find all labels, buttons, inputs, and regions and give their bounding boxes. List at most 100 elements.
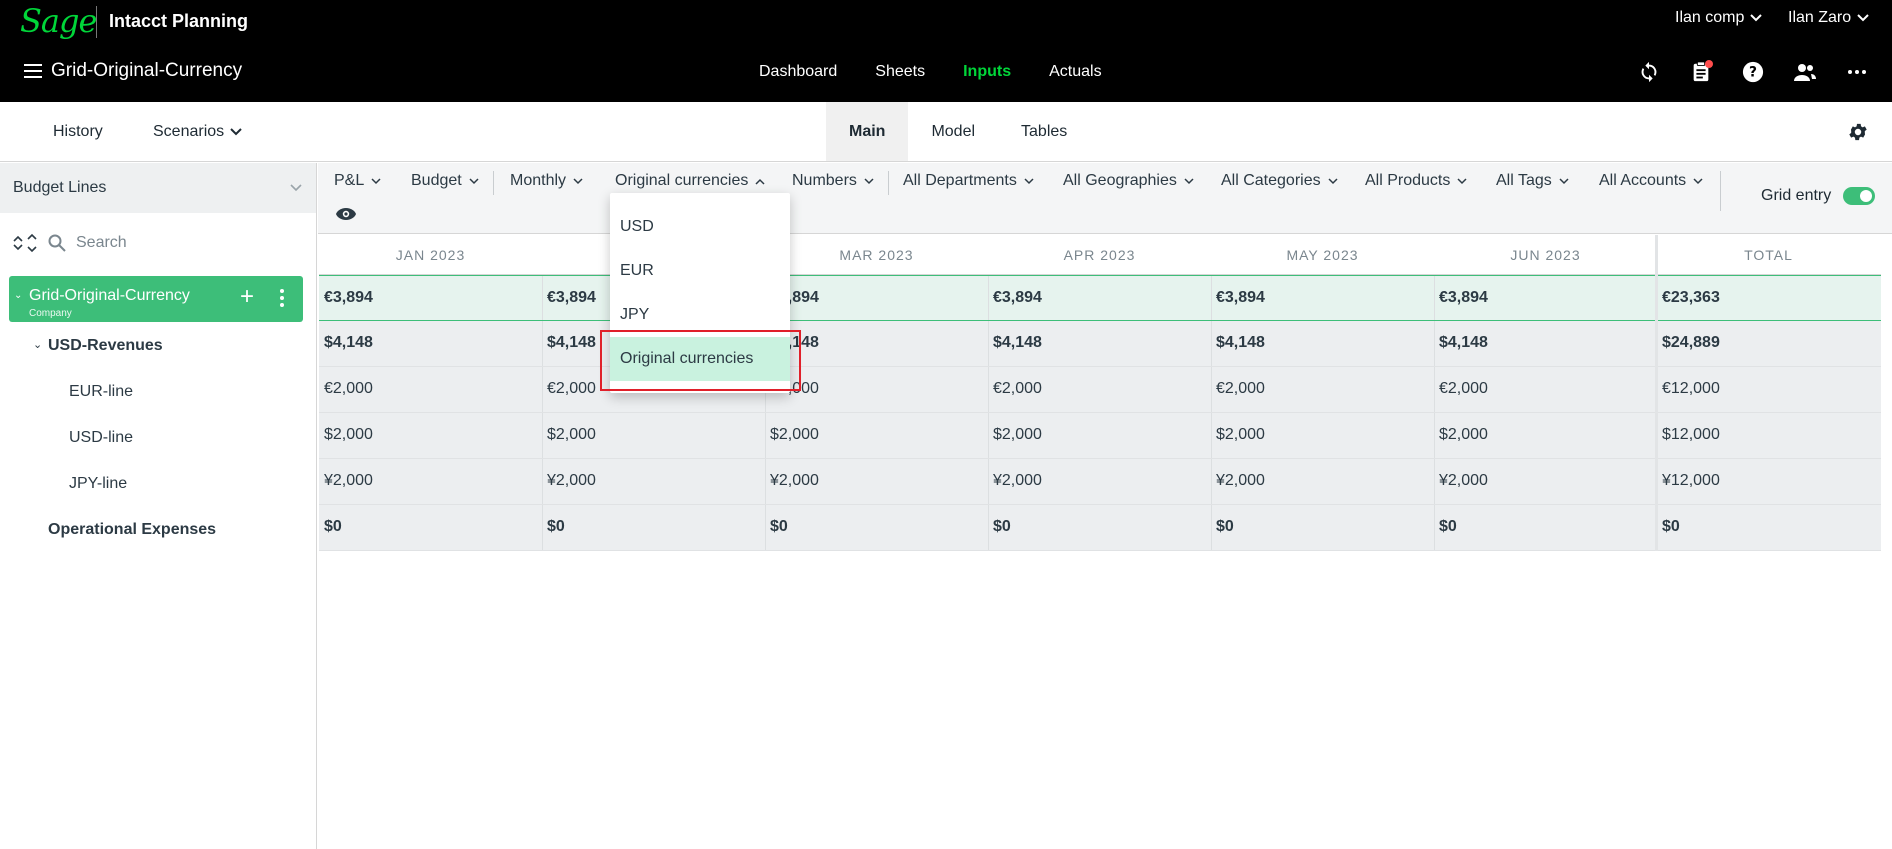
filter-label: All Categories xyxy=(1221,172,1321,189)
table-cell[interactable]: ¥2,000 xyxy=(1216,472,1265,490)
tab-model[interactable]: Model xyxy=(908,102,998,161)
node-more-icon[interactable] xyxy=(279,288,285,313)
table-cell[interactable]: ¥2,000 xyxy=(324,472,373,490)
clipboard-notification-icon[interactable] xyxy=(1689,60,1713,84)
table-cell[interactable]: $4,148 xyxy=(324,334,373,352)
currency-option-usd[interactable]: USD xyxy=(610,205,790,249)
column-header[interactable]: MAY 2023 xyxy=(1211,247,1434,263)
filter-tags[interactable]: All Tags xyxy=(1496,172,1569,190)
chevron-up-icon xyxy=(755,178,765,185)
table-cell[interactable]: €3,894 xyxy=(1216,289,1265,307)
add-line-icon[interactable]: + xyxy=(240,283,254,311)
tree-item-operational-expenses[interactable]: Operational Expenses xyxy=(48,521,216,539)
tree-item-eur-line[interactable]: EUR-line xyxy=(69,383,133,401)
column-header[interactable]: JAN 2023 xyxy=(319,247,542,263)
nav-actuals[interactable]: Actuals xyxy=(1030,60,1120,84)
sync-icon[interactable] xyxy=(1637,60,1661,84)
search-input[interactable]: Search xyxy=(76,234,127,252)
cell-divider xyxy=(1434,321,1435,366)
table-cell[interactable]: €23,363 xyxy=(1662,289,1720,307)
table-cell[interactable]: $4,148 xyxy=(1439,334,1488,352)
chevron-down-icon xyxy=(1457,177,1467,184)
filter-geographies[interactable]: All Geographies xyxy=(1063,172,1194,190)
tree-item-usd-line[interactable]: USD-line xyxy=(69,429,133,447)
table-cell[interactable]: $2,000 xyxy=(1439,426,1488,444)
table-cell[interactable]: $0 xyxy=(1216,518,1234,536)
column-header[interactable]: APR 2023 xyxy=(988,247,1211,263)
tree-item-usd-revenues[interactable]: USD-Revenues xyxy=(48,337,163,355)
table-cell[interactable]: €2,000 xyxy=(993,380,1042,398)
table-cell[interactable]: $0 xyxy=(993,518,1011,536)
gear-icon[interactable] xyxy=(1847,121,1869,148)
table-cell[interactable]: ¥2,000 xyxy=(1439,472,1488,490)
people-icon[interactable] xyxy=(1793,60,1817,84)
collapse-caret-icon[interactable]: ⌄ xyxy=(14,290,22,301)
table-cell[interactable]: $4,148 xyxy=(993,334,1042,352)
nav-inputs[interactable]: Inputs xyxy=(944,60,1030,84)
filter-scenario[interactable]: Budget xyxy=(411,172,479,190)
filter-format[interactable]: Numbers xyxy=(792,172,874,190)
filter-categories[interactable]: All Categories xyxy=(1221,172,1338,190)
sidebar-header[interactable]: Budget Lines xyxy=(0,163,316,213)
tab-main[interactable]: Main xyxy=(826,102,909,161)
table-cell[interactable]: $0 xyxy=(324,518,342,536)
currency-option-eur[interactable]: EUR xyxy=(610,249,790,293)
company-switcher[interactable]: Ilan comp xyxy=(1675,9,1763,27)
grid-entry-toggle[interactable] xyxy=(1843,187,1876,205)
column-header[interactable]: MAR 2023 xyxy=(765,247,988,263)
chevron-down-icon xyxy=(1184,177,1194,184)
table-cell[interactable]: ¥2,000 xyxy=(993,472,1042,490)
table-cell[interactable]: ¥2,000 xyxy=(770,472,819,490)
budget-lines-sidebar: Budget Lines Search ⌄ Grid-Original-Curr… xyxy=(0,163,317,849)
filter-products[interactable]: All Products xyxy=(1365,172,1467,190)
table-cell[interactable]: $2,000 xyxy=(324,426,373,444)
filter-divider xyxy=(493,171,494,195)
table-cell[interactable]: $0 xyxy=(770,518,788,536)
user-menu[interactable]: Ilan Zaro xyxy=(1788,9,1869,27)
eye-icon[interactable] xyxy=(335,207,357,226)
expand-collapse-icon[interactable] xyxy=(12,233,38,253)
history-button[interactable]: History xyxy=(53,123,103,141)
table-cell[interactable]: €3,894 xyxy=(547,289,596,307)
column-header[interactable]: TOTAL xyxy=(1657,247,1880,263)
tab-tables[interactable]: Tables xyxy=(998,102,1090,161)
company-node[interactable]: ⌄ Grid-Original-Currency Company + xyxy=(9,276,303,322)
table-cell[interactable]: $2,000 xyxy=(547,426,596,444)
table-cell[interactable]: $2,000 xyxy=(993,426,1042,444)
table-cell[interactable]: $0 xyxy=(1662,518,1680,536)
collapse-caret-icon[interactable]: ⌄ xyxy=(33,338,42,351)
help-icon[interactable]: ? xyxy=(1741,60,1765,84)
filter-statement[interactable]: P&L xyxy=(334,172,381,190)
table-cell[interactable]: €3,894 xyxy=(324,289,373,307)
table-cell[interactable]: $0 xyxy=(1439,518,1457,536)
filter-departments[interactable]: All Departments xyxy=(903,172,1034,190)
table-cell[interactable]: €2,000 xyxy=(547,380,596,398)
column-header[interactable]: JUN 2023 xyxy=(1434,247,1657,263)
filter-period[interactable]: Monthly xyxy=(510,172,583,190)
table-cell[interactable]: ¥2,000 xyxy=(547,472,596,490)
table-cell[interactable]: $4,148 xyxy=(547,334,596,352)
filter-currency[interactable]: Original currencies xyxy=(615,172,765,190)
table-cell[interactable]: €3,894 xyxy=(1439,289,1488,307)
cell-divider xyxy=(1211,321,1212,366)
table-cell[interactable]: $12,000 xyxy=(1662,426,1720,444)
table-cell[interactable]: €12,000 xyxy=(1662,380,1720,398)
more-options-icon[interactable] xyxy=(1845,60,1869,84)
table-cell[interactable]: $2,000 xyxy=(1216,426,1265,444)
table-cell[interactable]: €2,000 xyxy=(1216,380,1265,398)
table-cell[interactable]: €2,000 xyxy=(324,380,373,398)
tree-item-jpy-line[interactable]: JPY-line xyxy=(69,475,127,493)
table-cell[interactable]: $2,000 xyxy=(770,426,819,444)
table-cell[interactable]: €2,000 xyxy=(1439,380,1488,398)
sage-logo[interactable]: Sage xyxy=(20,2,97,40)
hamburger-menu-icon[interactable] xyxy=(24,64,42,78)
nav-sheets[interactable]: Sheets xyxy=(856,60,944,84)
table-cell[interactable]: $0 xyxy=(547,518,565,536)
scenarios-button[interactable]: Scenarios xyxy=(153,123,242,141)
table-cell[interactable]: €3,894 xyxy=(993,289,1042,307)
table-cell[interactable]: $24,889 xyxy=(1662,334,1720,352)
nav-dashboard[interactable]: Dashboard xyxy=(740,60,856,84)
table-cell[interactable]: $4,148 xyxy=(1216,334,1265,352)
filter-accounts[interactable]: All Accounts xyxy=(1599,172,1703,190)
table-cell[interactable]: ¥12,000 xyxy=(1662,472,1720,490)
